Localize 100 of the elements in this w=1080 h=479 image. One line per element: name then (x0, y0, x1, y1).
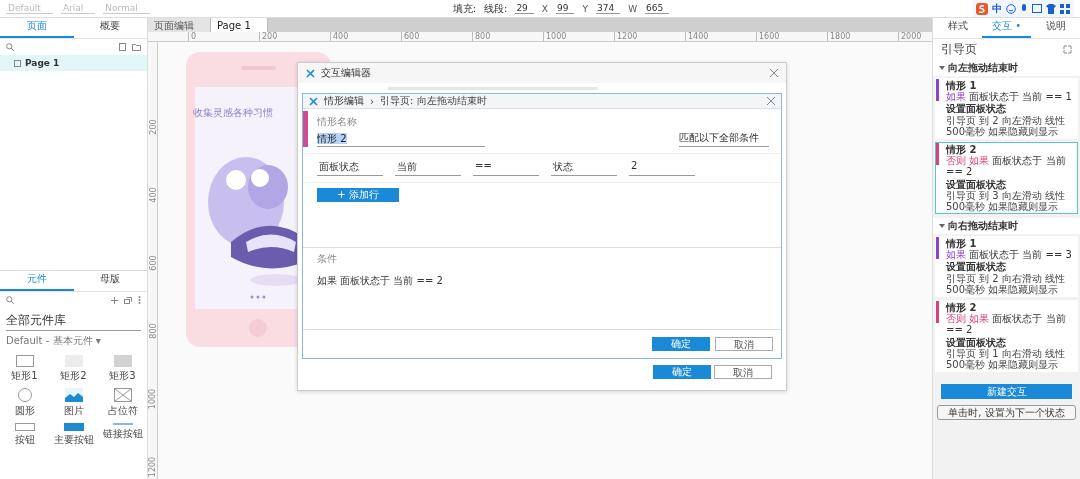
panel-tab[interactable]: 元件 (0, 271, 74, 291)
placeholder-icon (113, 388, 132, 402)
phone-heading: 收集灵感各种习惯 (192, 106, 274, 120)
add-icon[interactable] (111, 296, 118, 304)
field-label: 情形名称 (317, 115, 358, 129)
widget-label[interactable]: 链接按钮 (102, 427, 143, 441)
match-select[interactable]: 匹配以下全部条件 (679, 131, 769, 147)
field-label: X (541, 3, 548, 14)
caret-icon (939, 65, 945, 71)
widget-label[interactable]: 按钮 (14, 433, 35, 447)
document-tab[interactable]: 页面编辑 (148, 18, 211, 32)
close-icon[interactable] (770, 69, 778, 77)
case-card[interactable]: 情形 2 否则 如果 面板状态于 当前 == 2 设置面板状态 引导页 到 3 向左滑动 线性 500毫秒 如果隐藏则显示 (935, 141, 1078, 215)
copy-icon[interactable] (124, 296, 132, 304)
widget-label[interactable]: 占位符 (107, 404, 138, 418)
breadcrumb-separator: › (370, 95, 374, 107)
more-icon[interactable] (138, 296, 141, 304)
cancel-button[interactable]: 取消 (715, 337, 773, 351)
widget-label[interactable]: 矩形1 (11, 369, 38, 383)
new-interaction-button[interactable]: 新建交互 (941, 384, 1072, 400)
condition-description: 如果 面板状态于 当前 == 2 (317, 274, 444, 288)
ruler-label: 1600 (759, 32, 780, 41)
size-field[interactable]: 29 (515, 3, 534, 14)
condition-select[interactable]: == (473, 160, 539, 176)
library-select[interactable]: 全部元件库 (6, 312, 141, 331)
action-detail: 引导页 到 1 向右滑动 线性 500毫秒 如果隐藏则显示 (946, 347, 1067, 371)
category-select[interactable]: Default - 基本元件 ▾ (6, 334, 141, 348)
case-condition: 如果 面板状态于 当前 == 3 (946, 249, 1073, 261)
quick-action-button[interactable]: 单击时, 设置为下一个状态 (937, 405, 1076, 421)
ruler-label: 200 (148, 119, 158, 135)
keyboard-icon[interactable] (1032, 4, 1042, 13)
size-field[interactable]: 374 (595, 3, 621, 14)
size-field[interactable]: 99 (556, 3, 575, 14)
smiley-icon[interactable] (1006, 3, 1016, 14)
stroke-label: 线段: (484, 1, 508, 16)
grid-icon[interactable] (1060, 3, 1070, 14)
case-name-field[interactable]: 情形 2 (317, 132, 485, 147)
search-icon[interactable] (6, 296, 14, 304)
button-icon (14, 423, 35, 431)
case-card[interactable]: 情形 1 如果 面板状态于 当前 == 3 设置面板状态 引导页 到 2 向右滑动 线性 500毫秒 如果隐藏则显示 (935, 236, 1078, 297)
folder-icon[interactable] (132, 43, 141, 51)
panel-tab[interactable]: 交互 • (982, 18, 1031, 38)
ruler-label: 1200 (617, 32, 638, 41)
ruler-label: 400 (148, 187, 158, 203)
ruler-label: 600 (148, 255, 158, 271)
breadcrumb: 引导页: 向左拖动结束时 (380, 94, 487, 108)
ok-button[interactable]: 确定 (652, 337, 710, 351)
condition-select[interactable]: 面板状态 (317, 160, 383, 176)
case-card[interactable]: 情形 2 否则 如果 面板状态于 当前 == 2 设置面板状态 引导页 到 1 向右滑动 线性 500毫秒 如果隐藏则显示 (935, 300, 1078, 373)
fill-label: 填充: (452, 1, 476, 16)
page-item[interactable]: Page 1 (0, 55, 147, 71)
ruler-label: 400 (333, 32, 349, 41)
size-field[interactable]: 665 (645, 3, 670, 14)
ruler-label: 800 (148, 323, 158, 339)
widget-title: 引导页 (941, 41, 977, 58)
panel-tab[interactable]: 概要 (73, 18, 147, 38)
action-title: 设置面板状态 (946, 178, 1006, 190)
ime-logo-icon (976, 2, 988, 15)
case-title: 情形 1 (946, 80, 978, 92)
action-detail: 引导页 到 3 向左滑动 线性 500毫秒 如果隐藏则显示 (946, 189, 1067, 213)
ruler-label: 0 (191, 32, 197, 41)
close-icon[interactable] (767, 97, 775, 105)
event-header[interactable]: 向右拖动结束时 (933, 218, 1080, 235)
case-card[interactable]: 情形 1 如果 面板状态于 当前 == 1 设置面板状态 引导页 到 2 向左滑动 线性 500毫秒 如果隐藏则显示 (935, 78, 1078, 139)
condition-select[interactable]: 当前 (395, 160, 461, 176)
rectangle-icon (15, 355, 34, 367)
cancel-button[interactable]: 取消 (714, 365, 772, 379)
widget-label[interactable]: 矩形2 (60, 369, 87, 383)
action-detail: 引导页 到 2 向右滑动 线性 500毫秒 如果隐藏则显示 (946, 272, 1067, 295)
action-title: 设置面板状态 (946, 103, 1007, 115)
action-title: 设置面板状态 (946, 261, 1007, 273)
search-icon[interactable] (6, 43, 14, 51)
panel-tab[interactable]: 母版 (73, 271, 147, 291)
widget-label[interactable]: 矩形3 (109, 369, 136, 383)
app-logo-icon (306, 68, 315, 78)
ruler-label: 1000 (546, 32, 567, 41)
panel-tab[interactable]: 样式 (933, 18, 982, 38)
case-condition: 如果 面板状态于 当前 == 1 (946, 91, 1073, 103)
condition-select[interactable]: 状态 (551, 160, 617, 176)
microphone-icon[interactable] (1020, 3, 1028, 14)
panel-tab[interactable]: 说明 (1031, 18, 1080, 38)
add-row-button[interactable]: + 添加行 (317, 188, 399, 202)
field-label: W (628, 3, 638, 14)
caret-icon (939, 223, 945, 230)
ruler-label: 600 (404, 32, 420, 41)
widget-label[interactable]: 主要按钮 (53, 433, 94, 447)
action-detail: 引导页 到 2 向左滑动 线性 500毫秒 如果隐藏则显示 (946, 114, 1067, 137)
ruler-label: 1800 (830, 32, 851, 41)
widget-label[interactable]: 图片 (63, 404, 84, 418)
condition-select[interactable]: 2 (629, 160, 695, 176)
app-logo-icon (309, 96, 318, 106)
panel-tab[interactable]: 页面 (0, 18, 74, 38)
event-header[interactable]: 向左拖动结束时 (933, 60, 1080, 76)
document-tab[interactable]: Page 1 (211, 18, 268, 32)
widget-label[interactable]: 圆形 (14, 404, 35, 418)
ok-button[interactable]: 确定 (653, 365, 711, 379)
add-page-icon[interactable] (119, 43, 126, 51)
ime-mode-label[interactable]: 中 (992, 1, 1002, 16)
shirt-icon[interactable] (1046, 3, 1056, 14)
expand-icon[interactable] (1063, 45, 1072, 54)
